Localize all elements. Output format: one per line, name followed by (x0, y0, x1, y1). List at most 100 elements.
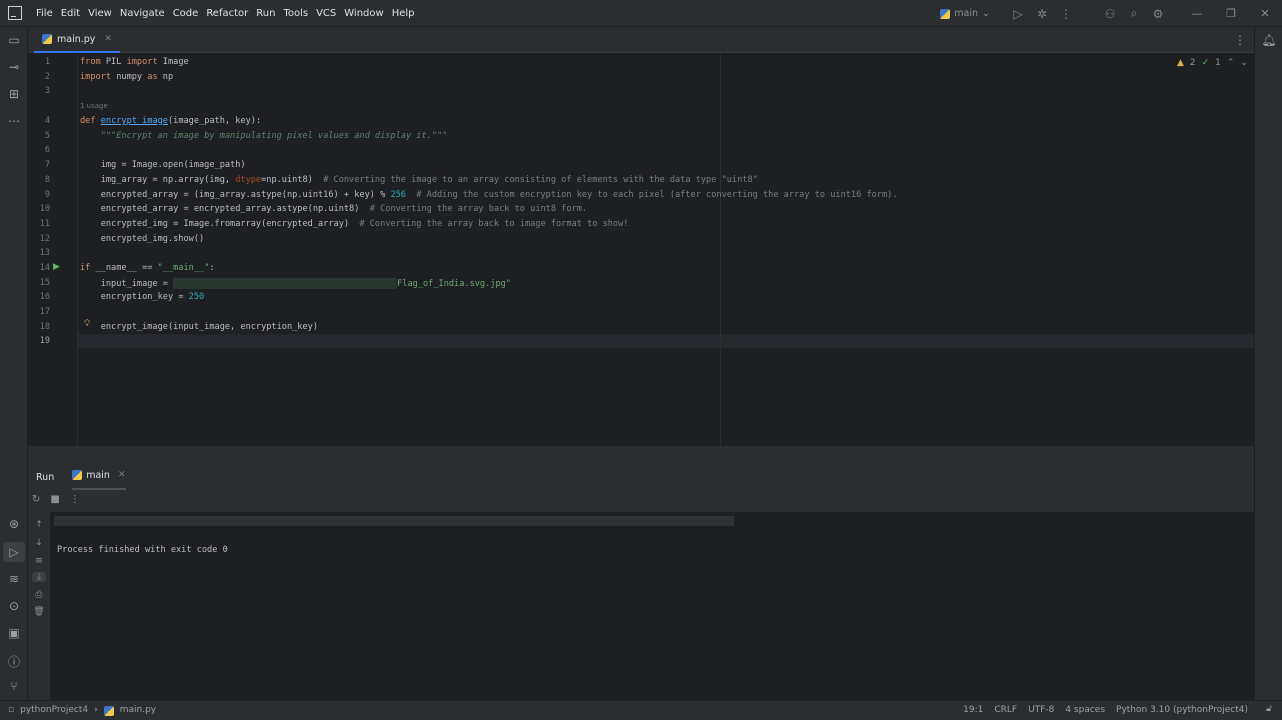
chevron-down-icon: ⌄ (982, 8, 990, 19)
python-icon (940, 8, 951, 19)
line-number: 18 (39, 322, 50, 332)
line-number: 7 (44, 160, 50, 170)
line-number: 3 (44, 86, 50, 96)
line-number: 1 (44, 57, 50, 67)
code-line: from PIL import Image (80, 57, 189, 67)
close-tab-icon[interactable]: ✕ (118, 470, 126, 480)
current-line-highlight (78, 334, 1254, 348)
menu-help[interactable]: Help (388, 0, 419, 27)
stop-icon[interactable]: ■ (50, 494, 59, 505)
tab-run-main[interactable]: main ✕ (72, 464, 126, 490)
warning-icon: ▲ (1176, 58, 1184, 68)
lock-icon[interactable]: 🔓︎ (1266, 704, 1272, 714)
line-number: 13 (39, 248, 50, 258)
arrow-up-icon[interactable]: ↑ (32, 520, 46, 530)
line-number: 15 (39, 278, 50, 288)
chevron-right-icon: › (94, 705, 98, 715)
right-tool-strip: 🔔︎ (1254, 27, 1282, 700)
more-icon[interactable]: ⋮ (70, 494, 80, 505)
main-menu: File Edit View Navigate Code Refactor Ru… (32, 0, 419, 27)
tab-label: main.py (57, 33, 96, 45)
folder-icon: ▫ (8, 705, 15, 715)
run-config-selector[interactable]: main ⌄ (940, 8, 990, 19)
tab-options-icon[interactable]: ⋮ (1234, 27, 1246, 53)
check-icon: ✓ (1201, 58, 1210, 68)
line-number: 8 (44, 175, 50, 185)
more-icon[interactable]: ⋮ (1054, 7, 1078, 21)
chevron-up-icon[interactable]: ⌃ (1227, 58, 1235, 68)
layers-icon[interactable]: ≋ (0, 572, 28, 586)
python-file-icon (103, 705, 114, 716)
menu-tools[interactable]: Tools (279, 0, 312, 27)
inspection-widget[interactable]: ▲ 2 ✓ 1 ⌃ ⌄ (1177, 58, 1248, 68)
git-icon[interactable]: ⑂ (0, 679, 28, 693)
file-encoding[interactable]: UTF-8 (1028, 701, 1054, 720)
commit-icon[interactable]: ⊸ (0, 60, 28, 74)
rerun-icon[interactable]: ↻ (32, 494, 40, 505)
menu-edit[interactable]: Edit (57, 0, 84, 27)
code-line: encrypted_img = Image.fromarray(encrypte… (80, 219, 629, 229)
menu-vcs[interactable]: VCS (312, 0, 340, 27)
breadcrumb-project[interactable]: pythonProject4 (20, 701, 88, 720)
arrow-down-icon[interactable]: ↓ (32, 538, 46, 548)
code-editor[interactable]: 1 2 3 4 5 6 7 8 9 10 11 12 13 14 15 16 1… (28, 54, 1254, 446)
line-number: 14 (39, 263, 50, 273)
menu-navigate[interactable]: Navigate (116, 0, 169, 27)
tab-main-py[interactable]: main.py ✕ (34, 27, 120, 53)
chevron-down-icon[interactable]: ⌄ (1240, 58, 1248, 68)
structure-icon[interactable]: ⊞ (0, 87, 28, 101)
python-packages-icon[interactable]: ⊛ (0, 517, 28, 531)
line-number: 16 (39, 292, 50, 302)
line-separator[interactable]: CRLF (994, 701, 1017, 720)
notifications-icon[interactable]: 🔔︎ (1255, 33, 1282, 47)
line-number: 11 (39, 219, 50, 229)
menu-run[interactable]: Run (252, 0, 279, 27)
close-tab-icon[interactable]: ✕ (104, 34, 112, 44)
add-user-icon[interactable]: ⚇ (1098, 7, 1122, 21)
code-line: encrypted_img.show() (80, 234, 205, 244)
debug-icon[interactable]: ✲ (1030, 7, 1054, 21)
redacted-command-line (54, 516, 734, 526)
python-icon (72, 470, 83, 480)
breadcrumb: ▫ pythonProject4 › main.py (8, 701, 156, 720)
menu-view[interactable]: View (84, 0, 116, 27)
line-number: 12 (39, 234, 50, 244)
python-interpreter[interactable]: Python 3.10 (pythonProject4) (1116, 701, 1248, 720)
usage-hint[interactable]: 1 usage (80, 102, 108, 110)
run-panel-title: Run (36, 471, 55, 483)
code-line: def encrypt_image(image_path, key): (80, 116, 262, 126)
menu-refactor[interactable]: Refactor (202, 0, 252, 27)
minimize-icon[interactable]: — (1180, 7, 1214, 20)
line-number: 19 (39, 336, 50, 346)
console-output[interactable]: Process finished with exit code 0 (50, 512, 1254, 700)
soft-wrap-icon[interactable]: ≡ (32, 556, 46, 566)
caret-position[interactable]: 19:1 (963, 701, 983, 720)
menu-window[interactable]: Window (340, 0, 387, 27)
services-icon[interactable]: ⊙ (0, 599, 28, 613)
console-line: Process finished with exit code 0 (57, 545, 228, 555)
code-line: encryption_key = 250 (80, 292, 205, 302)
problems-icon[interactable]: ⓘ (0, 653, 28, 670)
restore-icon[interactable]: ❐ (1214, 7, 1248, 20)
more-tools-icon[interactable]: ⋯ (0, 114, 28, 128)
breadcrumb-file[interactable]: main.py (120, 701, 156, 720)
run-tool-icon[interactable]: ▷ (3, 542, 25, 562)
menu-file[interactable]: File (32, 0, 57, 27)
gear-icon[interactable]: ⚙ (1146, 7, 1170, 21)
scroll-to-end-icon[interactable]: ⤓ (32, 572, 46, 582)
code-line: encrypt_image(input_image, encryption_ke… (80, 322, 318, 332)
panel-divider[interactable] (28, 446, 1254, 464)
terminal-icon[interactable]: ▣ (0, 626, 28, 640)
indent-setting[interactable]: 4 spaces (1065, 701, 1105, 720)
menu-code[interactable]: Code (169, 0, 203, 27)
run-icon[interactable]: ▷ (1006, 7, 1030, 21)
project-folder-icon[interactable]: ▭ (0, 33, 28, 47)
left-tool-strip: ▭ ⊸ ⊞ ⋯ ⊛ ▷ ≋ ⊙ ▣ ⓘ ⑂ (0, 27, 28, 700)
line-number: 9 (44, 190, 50, 200)
close-icon[interactable]: ✕ (1248, 7, 1282, 20)
print-icon[interactable]: ⎙ (32, 590, 46, 600)
search-icon[interactable]: ⌕ (1122, 6, 1146, 21)
run-gutter-icon[interactable]: ▶ (53, 262, 60, 272)
run-panel: Run main ✕ ↻ ■ ⋮ ↑ ↓ ≡ ⤓ ⎙ 🗑︎ Process fi… (28, 464, 1254, 700)
trash-icon[interactable]: 🗑︎ (32, 607, 46, 617)
